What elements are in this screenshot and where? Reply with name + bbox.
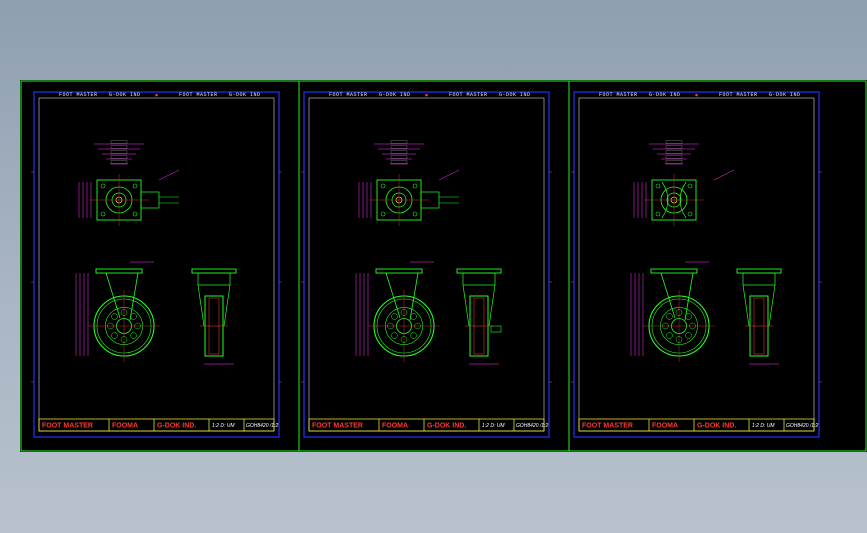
- bolt-hole: [687, 211, 693, 217]
- front-fork-right: [768, 284, 776, 327]
- wheel-hole: [410, 332, 417, 339]
- title-brand-2: FOOMA: [652, 423, 678, 430]
- top-dimension-text: [110, 155, 128, 159]
- wheel-hole: [391, 332, 398, 339]
- drawing-sheet-1: FOOT MASTER G-DOK IND FOOT MASTER G-DOK IND…: [31, 91, 282, 438]
- header-right: FOOT MASTER: [719, 92, 758, 98]
- top-dimension-text: [110, 150, 128, 154]
- wheel-hole: [111, 332, 118, 339]
- header-left: FOOT MASTER: [59, 92, 98, 98]
- title-spec-1: 1:2 D: UM: [482, 423, 505, 429]
- wheel-hole: [130, 332, 137, 339]
- cad-drawing-canvas[interactable]: FOOT MASTER G-DOK IND FOOT MASTER G-DOK IND…: [20, 80, 867, 452]
- leader-line: [438, 169, 460, 181]
- front-top-plate: [191, 268, 237, 274]
- bolt-hole: [655, 211, 661, 217]
- wheel-hole: [685, 332, 692, 339]
- title-spec-2: GOH8420 /1:2: [786, 423, 818, 429]
- sheet-border: [303, 91, 550, 438]
- title-brand-1: FOOT MASTER: [312, 423, 363, 430]
- bolt-hole: [380, 211, 386, 217]
- bolt-hole: [412, 183, 418, 189]
- top-plate-side: [650, 268, 698, 274]
- header-mid: G-DOK IND: [379, 92, 411, 98]
- top-dimension-text: [390, 155, 408, 159]
- top-dimension-text: [390, 150, 408, 154]
- top-dimension-text: [110, 160, 128, 164]
- wheel-hole: [111, 313, 118, 320]
- top-dimension-text: [665, 140, 683, 144]
- header-mid: G-DOK IND: [109, 92, 141, 98]
- top-dimension-text: [665, 150, 683, 154]
- bolt-hole: [412, 211, 418, 217]
- drawing-sheet-2: FOOT MASTER G-DOK IND FOOT MASTER G-DOK IND…: [301, 91, 552, 438]
- bolt-hole: [132, 211, 138, 217]
- header-right-mid: G-DOK IND: [499, 92, 531, 98]
- bolt-hole: [380, 183, 386, 189]
- title-brand-1: FOOT MASTER: [582, 423, 633, 430]
- sheet-inner-border: [308, 97, 545, 432]
- bolt-hole: [132, 183, 138, 189]
- front-bracket: [197, 272, 231, 286]
- center-mark: [425, 93, 428, 97]
- top-dimension-text: [390, 145, 408, 149]
- wheel-hole: [666, 332, 673, 339]
- front-bracket: [462, 272, 496, 286]
- brake-pedal: [490, 325, 502, 333]
- top-plate-side: [95, 268, 143, 274]
- top-plate-side: [375, 268, 423, 274]
- sheet-inner-border: [578, 97, 815, 432]
- front-top-plate: [736, 268, 782, 274]
- title-brand-2: FOOMA: [112, 423, 138, 430]
- title-spec-2: GOH8420 /1:2: [246, 423, 278, 429]
- center-mark: [155, 93, 158, 97]
- header-right: FOOT MASTER: [449, 92, 488, 98]
- leader-line: [713, 169, 735, 181]
- sheet-border: [33, 91, 280, 438]
- title-spec-1: 1:2 D: UM: [752, 423, 775, 429]
- front-bracket: [742, 272, 776, 286]
- front-fork-left: [197, 284, 205, 327]
- outer-frame: [20, 80, 867, 452]
- title-brand-3: G-DOK IND.: [697, 423, 736, 430]
- wheel-hole: [410, 313, 417, 320]
- title-spec-2: GOH8420 /1:2: [516, 423, 548, 429]
- front-top-plate: [456, 268, 502, 274]
- title-brand-3: G-DOK IND.: [157, 423, 196, 430]
- bolt-hole: [100, 183, 106, 189]
- top-dimension-text: [665, 160, 683, 164]
- leader-line: [158, 169, 180, 181]
- front-fork-left: [462, 284, 470, 327]
- title-brand-2: FOOMA: [382, 423, 408, 430]
- wheel-hole: [391, 313, 398, 320]
- bolt-hole: [100, 211, 106, 217]
- top-dimension-text: [390, 140, 408, 144]
- cad-drawing: FOOT MASTER G-DOK IND FOOT MASTER G-DOK IND…: [20, 80, 867, 452]
- header-right-mid: G-DOK IND: [769, 92, 801, 98]
- header-right-mid: G-DOK IND: [229, 92, 261, 98]
- top-dimension-text: [665, 145, 683, 149]
- top-dimension-text: [665, 155, 683, 159]
- top-dimension-text: [390, 160, 408, 164]
- front-fork-left: [742, 284, 750, 327]
- bolt-hole: [687, 183, 693, 189]
- header-mid: G-DOK IND: [649, 92, 681, 98]
- title-spec-1: 1:2 D: UM: [212, 423, 235, 429]
- wheel-hole: [685, 313, 692, 320]
- front-fork-right: [488, 284, 496, 327]
- center-mark: [695, 93, 698, 97]
- top-dimension-text: [110, 145, 128, 149]
- header-right: FOOT MASTER: [179, 92, 218, 98]
- header-left: FOOT MASTER: [329, 92, 368, 98]
- front-fork-right: [223, 284, 231, 327]
- wheel-hole: [130, 313, 137, 320]
- header-left: FOOT MASTER: [599, 92, 638, 98]
- title-brand-1: FOOT MASTER: [42, 423, 93, 430]
- title-brand-3: G-DOK IND.: [427, 423, 466, 430]
- wheel-hole: [666, 313, 673, 320]
- bolt-hole: [655, 183, 661, 189]
- drawing-sheet-3: FOOT MASTER G-DOK IND FOOT MASTER G-DOK IND…: [571, 91, 822, 438]
- sheet-inner-border: [38, 97, 275, 432]
- top-dimension-text: [110, 140, 128, 144]
